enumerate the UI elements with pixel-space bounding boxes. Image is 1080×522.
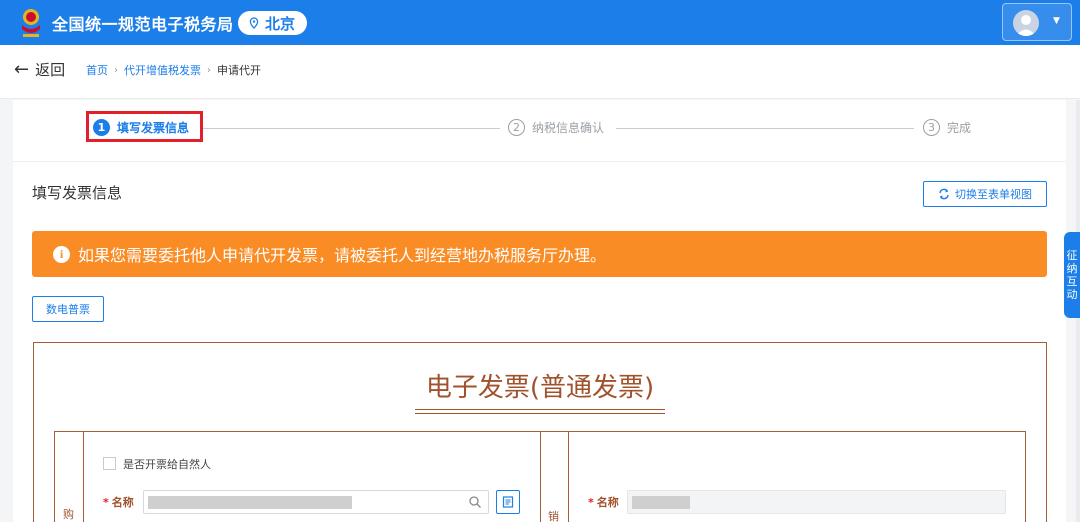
step-confirm-tax: 2 纳税信息确认	[508, 119, 604, 136]
address-book-button[interactable]	[496, 490, 520, 514]
search-icon[interactable]	[468, 495, 482, 509]
step-bar: 1 填写发票信息 2 纳税信息确认 3 完成	[13, 100, 1066, 162]
step-connector	[203, 128, 500, 129]
buyer-name-input[interactable]	[143, 490, 489, 514]
invoice-form: 电子发票(普通发票) 购 销 是否开票给自然人 * 名称 * 名称	[33, 342, 1047, 522]
seller-name-input	[627, 490, 1006, 514]
required-mark: *	[103, 496, 109, 509]
chevron-down-icon: ▼	[1053, 16, 1060, 26]
redacted-value	[632, 496, 690, 509]
breadcrumb-separator-icon: ›	[207, 64, 211, 76]
natural-person-checkbox[interactable]	[103, 457, 116, 470]
info-icon: i	[53, 245, 70, 263]
notice-text: 如果您需要委托他人申请代开发票，请被委托人到经营地办税服务厅办理。	[78, 246, 607, 265]
main-panel: 1 填写发票信息 2 纳税信息确认 3 完成 填写发票信息 切换至表单视图 i …	[13, 100, 1066, 522]
invoice-party-table: 购 销 是否开票给自然人 * 名称 * 名称	[54, 431, 1026, 522]
user-menu[interactable]: ▼	[1002, 3, 1072, 41]
buyer-side-label: 购	[63, 508, 74, 521]
tax-interaction-float-tab[interactable]: 征 纳 互 动	[1064, 232, 1080, 318]
table-divider	[568, 432, 569, 522]
breadcrumb: 首页 › 代开增值税发票 › 申请代开	[86, 62, 261, 78]
user-icon	[1016, 15, 1036, 36]
switch-form-view-label: 切换至表单视图	[955, 188, 1032, 201]
breadcrumb-separator-icon: ›	[114, 64, 118, 76]
city-selector[interactable]: 北京	[238, 11, 308, 35]
section-title: 填写发票信息	[32, 184, 123, 202]
city-label: 北京	[265, 14, 296, 33]
breadcrumb-home[interactable]: 首页	[86, 62, 108, 78]
refresh-icon	[939, 188, 949, 200]
float-tab-char: 纳	[1066, 262, 1078, 275]
arrow-left-icon: ←	[14, 58, 30, 80]
sub-nav: ← 返回 首页 › 代开增值税发票 › 申请代开	[0, 45, 1080, 99]
buyer-name-label: * 名称	[103, 496, 134, 509]
step-number: 2	[508, 119, 525, 136]
step-connector	[616, 128, 914, 129]
table-divider	[540, 432, 541, 522]
top-bar: 全国统一规范电子税务局 北京 ▼	[0, 0, 1080, 45]
step-label: 纳税信息确认	[532, 121, 605, 135]
address-book-icon	[502, 496, 514, 508]
redacted-value	[148, 496, 352, 509]
step-number: 3	[923, 119, 940, 136]
table-divider	[83, 432, 84, 522]
step-complete: 3 完成	[923, 119, 971, 136]
seller-side-label: 销	[548, 510, 559, 522]
natural-person-label: 是否开票给自然人	[123, 458, 211, 471]
breadcrumb-current: 申请代开	[217, 64, 261, 77]
back-button[interactable]: ← 返回	[14, 59, 65, 80]
step-label: 完成	[947, 121, 972, 135]
invoice-title: 电子发票(普通发票)	[425, 373, 655, 403]
location-pin-icon	[249, 17, 259, 29]
float-tab-char: 互	[1066, 275, 1078, 288]
seller-name-label: * 名称	[588, 496, 619, 509]
breadcrumb-invoice[interactable]: 代开增值税发票	[124, 62, 201, 78]
title-underline	[415, 409, 665, 410]
app-title: 全国统一规范电子税务局	[52, 15, 234, 34]
float-tab-char: 征	[1066, 249, 1078, 262]
tax-emblem-icon	[22, 9, 40, 37]
back-label: 返回	[35, 61, 66, 79]
notice-banner: i 如果您需要委托他人申请代开发票，请被委托人到经营地办税服务厅办理。	[32, 231, 1047, 277]
title-underline	[415, 413, 665, 414]
float-tab-char: 动	[1066, 288, 1078, 301]
invoice-type-tag[interactable]: 数电普票	[32, 296, 104, 322]
avatar	[1013, 10, 1039, 36]
switch-form-view-button[interactable]: 切换至表单视图	[923, 181, 1047, 207]
required-mark: *	[588, 496, 594, 509]
annotation-highlight-box	[86, 111, 203, 142]
